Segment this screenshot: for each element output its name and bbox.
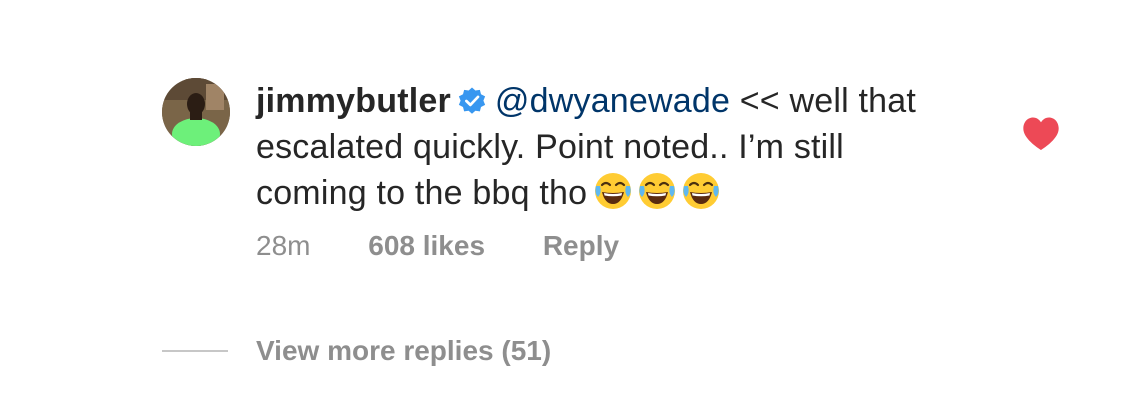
username-link[interactable]: jimmybutler bbox=[256, 82, 451, 120]
likes-count-button[interactable]: 608 likes bbox=[368, 230, 485, 261]
face-with-tears-of-joy-icon bbox=[637, 171, 677, 211]
face-with-tears-of-joy-icon bbox=[681, 171, 721, 211]
reply-button[interactable]: Reply bbox=[543, 230, 619, 261]
mention-link[interactable]: @dwyanewade bbox=[495, 82, 730, 120]
comment-timestamp: 28m bbox=[256, 230, 311, 261]
verified-badge-icon bbox=[457, 82, 487, 114]
replies-divider-line bbox=[162, 350, 228, 352]
view-more-replies-button[interactable]: View more replies (51) bbox=[256, 331, 551, 371]
face-with-tears-of-joy-icon bbox=[593, 171, 633, 211]
comment-meta: 28m 608 likes Reply bbox=[256, 226, 619, 266]
comment-body: jimmybutler @dwyanewade << well that esca… bbox=[256, 78, 946, 216]
comment: jimmybutler @dwyanewade << well that esca… bbox=[0, 0, 1125, 400]
like-heart-icon[interactable] bbox=[1022, 116, 1060, 152]
avatar-image bbox=[162, 78, 230, 146]
avatar[interactable] bbox=[162, 78, 230, 146]
